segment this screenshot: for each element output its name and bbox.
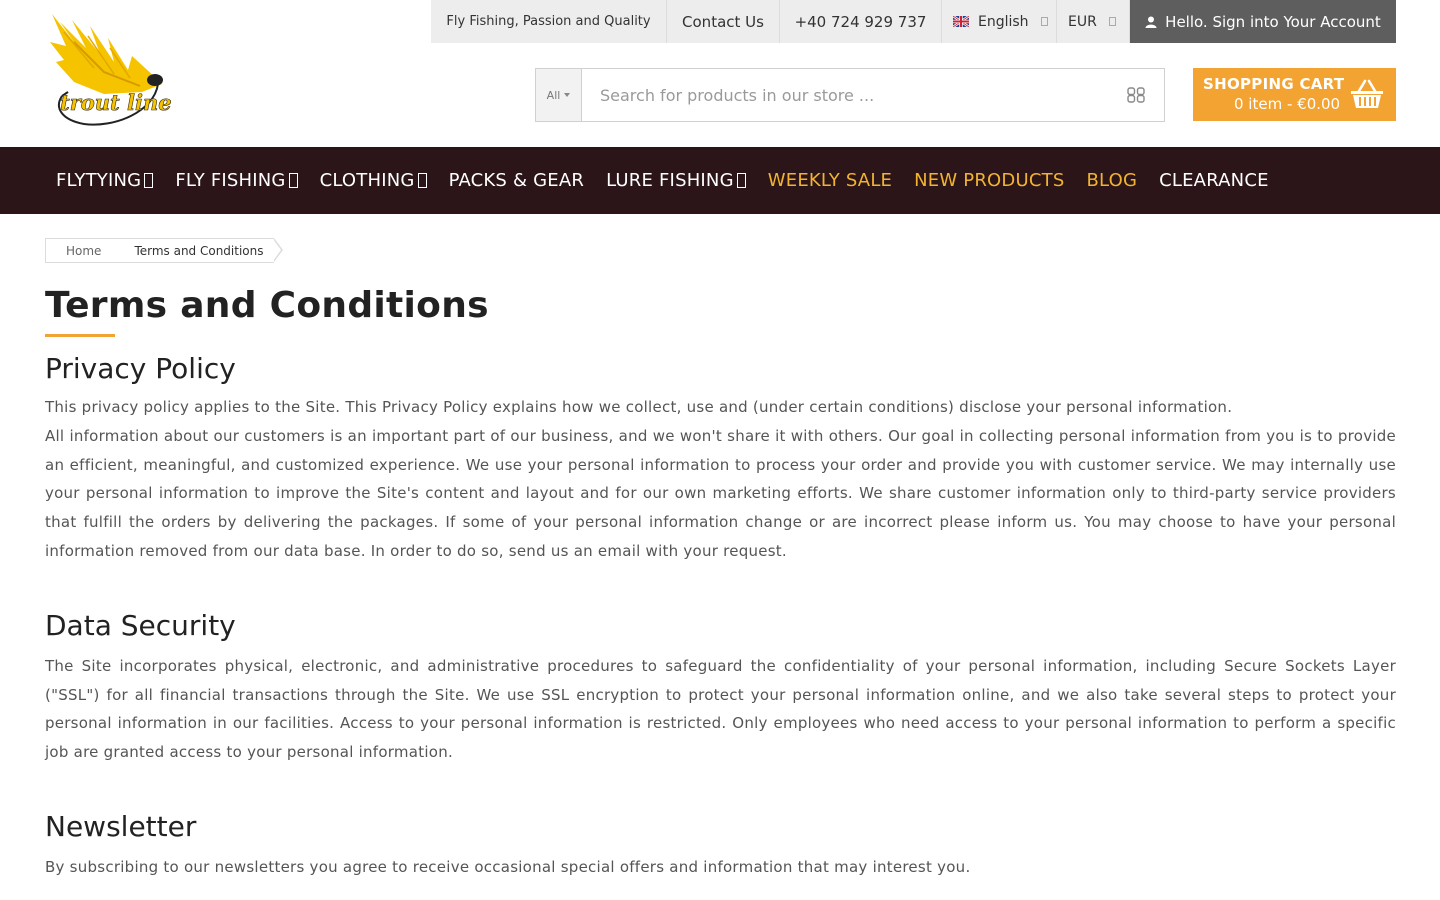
section-heading: Privacy Policy: [45, 352, 236, 385]
nav-item-label: FLY FISHING: [175, 170, 286, 191]
language-label: English: [978, 13, 1029, 30]
tagline: Fly Fishing, Passion and Quality: [431, 0, 667, 43]
cart-title: SHOPPING CART: [1203, 75, 1345, 93]
nav-new-products[interactable]: NEW PRODUCTS: [903, 170, 1075, 191]
cart-summary: 0 item - €0.00: [1234, 95, 1341, 113]
search-icon: [1127, 87, 1145, 103]
nav-packs-gear[interactable]: PACKS & GEAR: [438, 170, 596, 191]
account-sign-in-button[interactable]: Hello. Sign into Your Account: [1130, 0, 1396, 43]
breadcrumb-home-label: Home: [66, 243, 102, 258]
search-category-label: All: [546, 88, 561, 102]
breadcrumb-current-label: Terms and Conditions: [134, 243, 264, 258]
user-icon: [1145, 16, 1157, 28]
section-newsletter: Newsletter By subscribing to our newslet…: [45, 809, 1396, 882]
nav-item-label: FLYTYING: [56, 170, 142, 191]
nav-weekly-sale[interactable]: WEEKLY SALE: [757, 170, 903, 191]
section-heading: Newsletter: [45, 809, 197, 843]
nav-item-label: LURE FISHING: [606, 170, 734, 191]
title-underline: [45, 334, 115, 337]
breadcrumb: Home Terms and Conditions: [45, 238, 283, 263]
search-input[interactable]: [582, 69, 1108, 121]
chevron-down-icon: [144, 173, 154, 188]
nav-fly-fishing[interactable]: FLY FISHING: [164, 170, 308, 191]
search-category-select[interactable]: All: [536, 69, 582, 121]
chevron-down-icon: [417, 173, 427, 188]
breadcrumb-home[interactable]: Home: [45, 238, 124, 263]
account-label: Hello. Sign into Your Account: [1165, 12, 1381, 31]
top-bar: Fly Fishing, Passion and Quality Contact…: [431, 0, 1396, 43]
search-bar: All: [535, 68, 1165, 122]
chevron-down-icon: [1108, 17, 1116, 26]
caret-down-icon: [564, 93, 571, 97]
main-navigation: FLYTYING FLY FISHING CLOTHING PACKS & GE…: [0, 147, 1440, 214]
section-paragraph: By subscribing to our newsletters you ag…: [45, 857, 971, 876]
nav-flytying[interactable]: FLYTYING: [45, 170, 164, 191]
uk-flag-icon: [953, 16, 969, 27]
nav-item-label: PACKS & GEAR: [448, 170, 585, 191]
currency-selector[interactable]: EUR: [1057, 0, 1130, 43]
contact-us-link[interactable]: Contact Us: [667, 0, 780, 43]
section-data-security: Data Security The Site incorporates phys…: [45, 608, 1396, 767]
chevron-down-icon: [1040, 17, 1048, 26]
section-paragraph: This privacy policy applies to the Site.…: [45, 398, 1233, 416]
logo-fly-icon: trout line: [50, 14, 172, 126]
nav-item-label: CLOTHING: [319, 170, 415, 191]
section-paragraph: All information about our customers is a…: [45, 426, 1396, 560]
page-content: Terms and Conditions Privacy Policy This…: [45, 284, 1396, 882]
language-selector[interactable]: English: [942, 0, 1057, 43]
phone-number[interactable]: +40 724 929 737: [780, 0, 942, 43]
search-button[interactable]: [1108, 69, 1164, 121]
nav-clearance[interactable]: CLEARANCE: [1148, 170, 1280, 191]
site-logo[interactable]: trout line: [44, 12, 194, 134]
nav-blog[interactable]: BLOG: [1075, 170, 1148, 191]
section-paragraph: The Site incorporates physical, electron…: [45, 656, 1396, 762]
logo-text: trout line: [60, 90, 172, 115]
basket-icon: [1351, 79, 1383, 108]
breadcrumb-current: Terms and Conditions: [114, 238, 283, 263]
page-title: Terms and Conditions: [45, 285, 489, 326]
section-privacy-policy: Privacy Policy This privacy policy appli…: [45, 351, 1396, 566]
breadcrumb-separator: [272, 238, 283, 262]
section-heading: Data Security: [45, 608, 236, 642]
shopping-cart-button[interactable]: SHOPPING CART 0 item - €0.00: [1193, 68, 1396, 121]
chevron-down-icon: [736, 173, 746, 188]
currency-label: EUR: [1068, 13, 1097, 30]
nav-clothing[interactable]: CLOTHING: [309, 170, 438, 191]
nav-lure-fishing[interactable]: LURE FISHING: [595, 170, 757, 191]
chevron-down-icon: [288, 173, 298, 188]
